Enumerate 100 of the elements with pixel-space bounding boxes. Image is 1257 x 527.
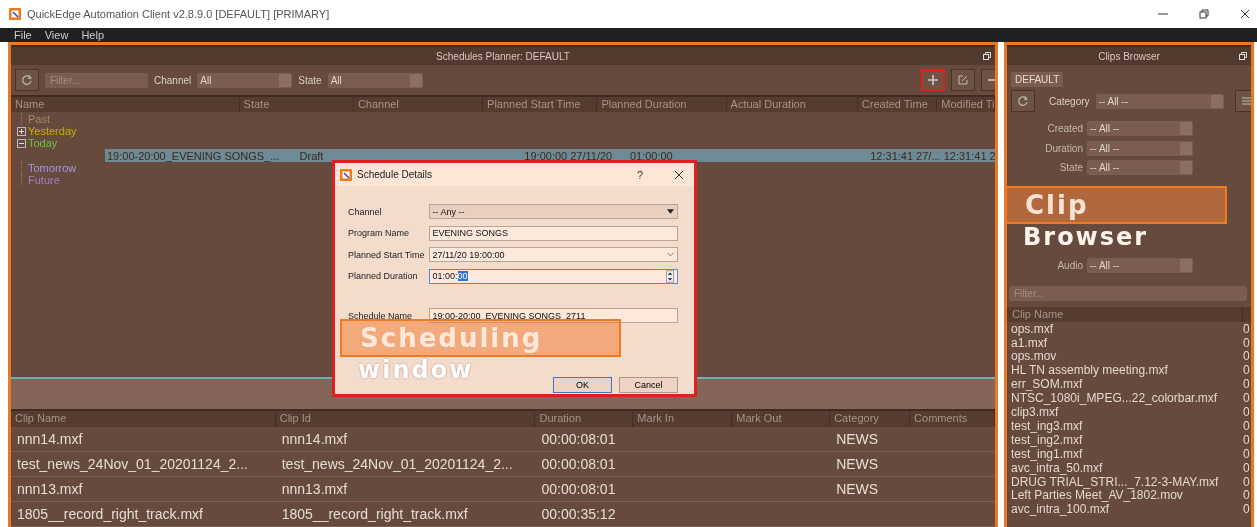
filter-label: Created xyxy=(1047,123,1083,135)
table-cell: 00:00:08:01 xyxy=(541,456,616,472)
menu-item[interactable]: File xyxy=(14,29,32,41)
clip-name[interactable]: avc_intra_50.mxf xyxy=(1007,460,1241,475)
menu-item[interactable]: View xyxy=(44,29,69,41)
table-cell: 00:00:35:12 xyxy=(541,506,616,522)
clip-name[interactable]: test_ing3.mxf xyxy=(1007,418,1241,433)
panel-title: Clips Browser xyxy=(1098,50,1160,62)
filter-select[interactable]: -- All -- xyxy=(1087,121,1193,137)
field-label: Planned Start Time xyxy=(348,249,426,260)
column-header[interactable]: Actual Duration xyxy=(726,97,858,112)
table-cell-text: 0 xyxy=(1242,446,1250,461)
column-header[interactable]: Category xyxy=(830,411,911,427)
refresh-icon xyxy=(21,74,33,86)
clip-name[interactable]: a1.mxf xyxy=(1007,335,1241,350)
table-cell: nnn14.mxf xyxy=(17,431,83,447)
column-header[interactable]: Modified Ti xyxy=(937,97,995,112)
plus-icon xyxy=(927,74,939,86)
help-button[interactable]: ? xyxy=(636,168,643,181)
clip-name[interactable]: ops.mxf xyxy=(1007,321,1241,336)
filter-select[interactable]: -- All -- xyxy=(1087,258,1193,274)
table-cell: 19:00-20:00_EVENING SONGS_... xyxy=(107,149,280,162)
clip-name[interactable]: err_SOM.mxf xyxy=(1007,377,1241,392)
add-button[interactable] xyxy=(921,69,945,91)
tree-item[interactable]: Yesterday xyxy=(28,125,77,137)
column-header[interactable]: Planned Duration xyxy=(597,97,727,112)
column-header[interactable]: Planned Start Time xyxy=(483,97,598,112)
table-cell: 1805__record_right_track.mxf xyxy=(17,506,203,522)
menu-icon xyxy=(1241,95,1251,107)
close-icon[interactable] xyxy=(1240,9,1250,19)
schedule-row[interactable]: 19:00-20:00_EVENING SONGS_... Draft 19:00:00 27/11/20 01:00:00 12:31:41 27/... 12:31:41 2 xyxy=(105,149,995,162)
annotation-label: Clip xyxy=(1005,186,1227,224)
column-header[interactable]: Channel xyxy=(353,97,484,112)
column-header[interactable]: Duration xyxy=(535,411,634,427)
clip-name[interactable]: test_ing2.mxf xyxy=(1007,432,1241,447)
text-field[interactable]: 19:00-20:00_EVENING SONGS_2711 xyxy=(428,308,678,324)
clip-name[interactable]: NTSC_1080i_MPEG...22_colorbar.mxf xyxy=(1007,391,1241,406)
state-select[interactable]: All xyxy=(327,72,423,88)
cancel-button[interactable]: Cancel xyxy=(619,376,678,393)
clip-name[interactable]: clip3.mxf xyxy=(1007,405,1241,420)
annotation-label: Scheduling xyxy=(340,319,621,357)
datetime-field[interactable]: 27/11/20 19:00:00 xyxy=(428,247,678,263)
category-select[interactable]: -- All -- xyxy=(1095,93,1224,109)
window-title: QuickEdge Automation Client v2.8.9.0 [DEFAULT] [PRIMARY] xyxy=(27,8,330,20)
field-label: Schedule Name xyxy=(348,310,414,321)
spinner-icon[interactable] xyxy=(666,269,674,283)
filter-select[interactable]: -- All -- xyxy=(1087,140,1193,156)
clip-name[interactable]: avc_intra_100.mxf xyxy=(1007,502,1241,517)
table-cell-text: 0 xyxy=(1242,474,1250,489)
table-cell: 1805__record_right_track.mxf xyxy=(281,506,468,522)
dropdown-arrow-icon[interactable] xyxy=(667,209,674,215)
table-cell: test_news_24Nov_01_20201124_2... xyxy=(281,456,513,472)
ok-button[interactable]: OK xyxy=(553,376,612,393)
collapse-icon[interactable] xyxy=(17,138,26,148)
panel-title: Schedules Planner: DEFAULT xyxy=(436,50,570,62)
table-cell-text: 0 xyxy=(1242,488,1250,503)
restore-icon[interactable] xyxy=(1199,9,1209,19)
expand-icon[interactable] xyxy=(17,126,26,136)
filter-label: Duration xyxy=(1045,142,1083,154)
channel-select[interactable]: All xyxy=(197,72,293,88)
float-icon[interactable] xyxy=(983,52,991,60)
column-header[interactable]: Mark In xyxy=(633,411,733,427)
column-header[interactable]: Created Time xyxy=(857,97,938,112)
clip-name[interactable]: HL TN assembly meeting.mxf xyxy=(1007,363,1241,378)
tree-item[interactable]: Today xyxy=(28,137,58,149)
table-cell-text: 0 xyxy=(1242,418,1250,433)
channel-dropdown[interactable]: -- Any -- xyxy=(428,204,678,220)
table-cell-text: 0 xyxy=(1242,321,1250,336)
refresh-icon xyxy=(1017,95,1029,107)
column-header[interactable]: Clip Name xyxy=(11,411,276,427)
clip-name[interactable]: Left Parties Meet_AV_1802.mov xyxy=(1007,488,1241,503)
tab[interactable]: DEFAULT xyxy=(1011,72,1064,87)
column-header[interactable]: Comments xyxy=(910,411,995,427)
clip-name[interactable]: DRUG TRIAL_STRI..._7.12-3-MAY.mxf xyxy=(1007,474,1241,489)
filter-select[interactable]: -- All -- xyxy=(1087,160,1193,176)
tree-item[interactable]: Future xyxy=(28,174,60,186)
column-header[interactable]: Name xyxy=(11,97,240,112)
float-icon[interactable] xyxy=(1239,52,1247,60)
table-cell: 12:31:41 2 xyxy=(943,149,995,162)
table-cell: test_news_24Nov_01_20201124_2... xyxy=(17,456,248,472)
clip-name[interactable]: ops.mov xyxy=(1007,349,1241,364)
table-cell-text: 0 xyxy=(1242,405,1250,420)
menu-item[interactable]: Help xyxy=(81,29,104,41)
edit-button[interactable] xyxy=(951,69,975,91)
column-header[interactable]: Mark Out xyxy=(732,411,831,427)
tree-item[interactable]: Tomorrow xyxy=(28,162,77,174)
table-cell-text: 0 xyxy=(1242,432,1250,447)
clip-name[interactable]: test_ing1.mxf xyxy=(1007,446,1241,461)
refresh-button[interactable] xyxy=(15,69,39,91)
close-icon[interactable] xyxy=(674,169,684,180)
channel-label: Channel xyxy=(154,74,192,86)
duration-spinbox[interactable]: 01:00:00 xyxy=(428,268,678,284)
annotation-label: Browser xyxy=(1022,224,1149,250)
field-label: Planned Duration xyxy=(348,271,419,282)
table-cell: nnn13.mxf xyxy=(17,481,83,497)
column-header[interactable]: State xyxy=(239,97,354,112)
column-header[interactable]: Clip Id xyxy=(275,411,536,427)
text-field[interactable]: EVENING SONGS xyxy=(428,225,678,241)
refresh-button[interactable] xyxy=(1011,90,1035,112)
tree-item[interactable]: Past xyxy=(28,113,50,125)
